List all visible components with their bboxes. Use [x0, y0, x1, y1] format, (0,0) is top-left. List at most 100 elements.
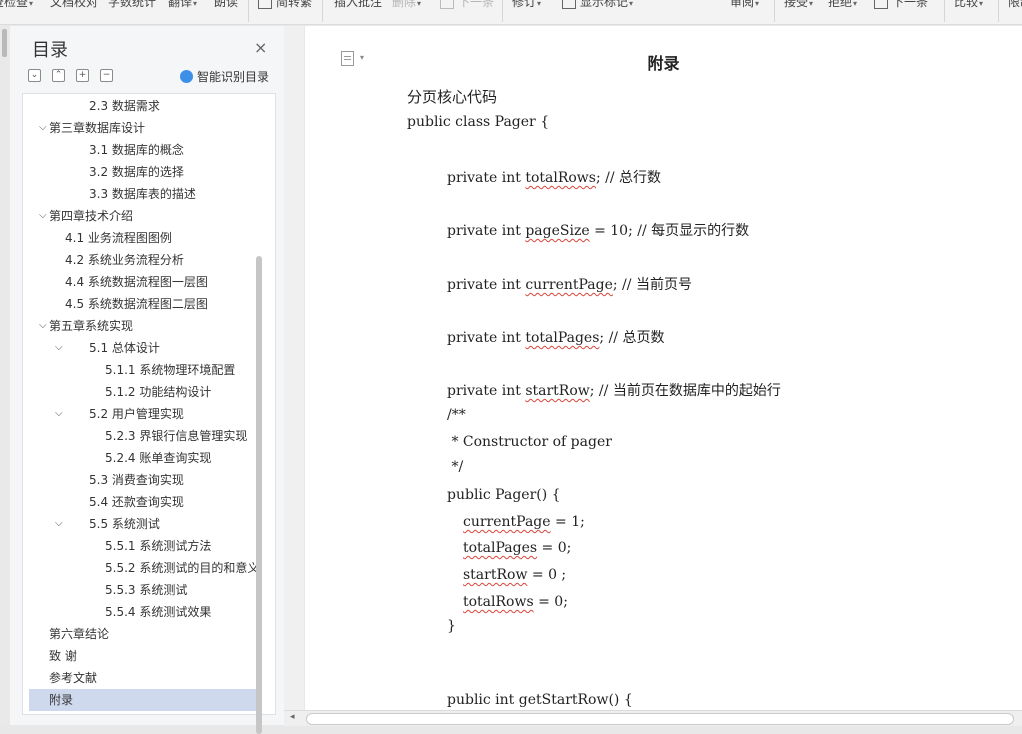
toolbar-label: 比较: [954, 0, 979, 9]
toc-item-label: 5.1.2 功能结构设计: [105, 385, 212, 399]
toc-item[interactable]: 5.5.4 系统测试效果: [29, 601, 259, 623]
toc-item[interactable]: 4.5 系统数据流程图二层图: [29, 293, 259, 315]
misspelled-word: startRow: [525, 383, 590, 399]
code-text: = 0;: [537, 540, 572, 556]
toc-item[interactable]: 5.5.1 系统测试方法: [29, 535, 259, 557]
toc-item[interactable]: 5.5.3 系统测试: [29, 579, 259, 601]
toc-item[interactable]: 致 谢: [29, 645, 259, 667]
remove-heading-icon[interactable]: −: [100, 69, 113, 82]
toc-item-label: 4.1 业务流程图图例: [65, 231, 172, 245]
chevron-down-icon[interactable]: ⌵: [55, 403, 67, 425]
add-heading-icon[interactable]: +: [76, 69, 89, 82]
delete-comment-button[interactable]: 删除▾: [392, 0, 421, 11]
toolbar-label: 删除: [392, 0, 417, 9]
word-count-button[interactable]: 字数统计: [108, 0, 156, 11]
toc-item[interactable]: ⌵ 第三章数据库设计: [29, 117, 259, 139]
track-changes-button[interactable]: 修订▾: [512, 0, 541, 11]
scroll-left-icon[interactable]: ◂: [290, 712, 295, 722]
misspelled-word: currentPage: [525, 277, 613, 293]
doc-proofread-button[interactable]: 文档校对: [50, 0, 98, 11]
toc-item[interactable]: 4.1 业务流程图图例: [29, 227, 259, 249]
code-line: * Constructor of pager: [447, 434, 612, 450]
markup-icon: [562, 0, 576, 9]
toc-item-label: 致 谢: [49, 649, 77, 663]
review-button[interactable]: 审阅▾: [730, 0, 759, 11]
toolbar-label: 限制: [1008, 0, 1022, 9]
compare-button[interactable]: 比较▾: [954, 0, 983, 11]
code-text: private int: [447, 330, 526, 346]
toc-item[interactable]: 4.2 系统业务流程分析: [29, 249, 259, 271]
toc-item[interactable]: ⌵ 第四章技术介绍: [29, 205, 259, 227]
code-text: = 10; // 每页显示的行数: [589, 223, 750, 239]
toc-item[interactable]: 3.2 数据库的选择: [29, 161, 259, 183]
toc-item[interactable]: 2.3 数据需求: [29, 95, 259, 117]
toc-item[interactable]: ⌵ 5.1 总体设计: [29, 337, 259, 359]
toc-item[interactable]: 5.5.2 系统测试的目的和意义: [29, 557, 259, 579]
toolbar-divider: [248, 0, 249, 22]
toc-scrollbar[interactable]: [256, 256, 262, 734]
chevron-down-icon[interactable]: ⌵: [55, 513, 67, 535]
smart-toc-button[interactable]: 智能识别目录: [180, 68, 269, 85]
toc-item-label: 5.5.1 系统测试方法: [105, 539, 212, 553]
toc-item[interactable]: ⌵ 5.5 系统测试: [29, 513, 259, 535]
next-icon: [874, 0, 888, 9]
toc-item[interactable]: 5.4 还款查询实现: [29, 491, 259, 513]
toc-item-label: 5.2 用户管理实现: [89, 407, 184, 421]
scrollbar-thumb[interactable]: [306, 713, 1014, 725]
toc-item[interactable]: ⌵ 5.2 用户管理实现: [29, 403, 259, 425]
caret-icon: ▾: [29, 0, 34, 8]
doc-heading: 分页核心代码: [407, 88, 498, 106]
misspelled-word: totalPages: [463, 540, 538, 556]
code-line: startRow = 0 ;: [463, 567, 566, 583]
restrict-button[interactable]: 限制: [1008, 0, 1022, 11]
toc-item[interactable]: 5.2.3 界银行信息管理实现: [29, 425, 259, 447]
next-comment-button[interactable]: 下一条: [440, 0, 494, 11]
code-text: ; // 总页数: [599, 330, 665, 346]
toc-item[interactable]: 3.3 数据库表的描述: [29, 183, 259, 205]
code-line: currentPage = 1;: [463, 514, 585, 530]
spell-check-button[interactable]: 查检查▾: [0, 0, 33, 11]
toc-item[interactable]: 5.3 消费查询实现: [29, 469, 259, 491]
toc-item[interactable]: 5.1.1 系统物理环境配置: [29, 359, 259, 381]
code-line: totalRows = 0;: [463, 594, 568, 610]
toc-item-label: 第三章数据库设计: [49, 121, 146, 135]
show-markup-button[interactable]: 显示标记▾: [562, 0, 633, 11]
collapse-all-icon[interactable]: ⌃: [52, 69, 65, 82]
toc-item[interactable]: 3.1 数据库的概念: [29, 139, 259, 161]
vertical-ruler-track: [284, 26, 304, 710]
convert-icon: [258, 0, 272, 9]
toc-item[interactable]: 附录: [29, 689, 259, 711]
reject-button[interactable]: 拒绝▾: [828, 0, 857, 11]
code-line: totalPages = 0;: [463, 540, 571, 556]
close-icon[interactable]: ×: [254, 38, 267, 57]
toolbar-label: 显示标记: [580, 0, 629, 9]
translate-button[interactable]: 翻译▾: [168, 0, 197, 11]
expand-all-icon[interactable]: ⌄: [28, 69, 41, 82]
toc-item[interactable]: ⌵ 第五章系统实现: [29, 315, 259, 337]
toc-item[interactable]: 参考文献: [29, 667, 259, 689]
insert-comment-button[interactable]: 插入批注: [334, 0, 382, 11]
nav-resize-handle[interactable]: [2, 29, 7, 57]
caret-icon: ▾: [853, 0, 858, 8]
toc-item-label: 2.3 数据需求: [89, 99, 160, 113]
next-change-button[interactable]: 下一条: [874, 0, 928, 11]
toc-item[interactable]: 5.2.4 账单查询实现: [29, 447, 259, 469]
code-line: }: [447, 618, 456, 634]
simplified-to-traditional-button[interactable]: 简转繁: [258, 0, 312, 11]
read-aloud-button[interactable]: 朗读: [214, 0, 238, 11]
document-page[interactable]: ▾ 附录 分页核心代码 public class Pager {private …: [305, 26, 1022, 710]
toc-item[interactable]: 4.4 系统数据流程图一层图: [29, 271, 259, 293]
code-text: * Constructor of pager: [447, 434, 612, 450]
toc-item-label: 第五章系统实现: [49, 319, 134, 333]
horizontal-scrollbar[interactable]: ◂: [284, 710, 1022, 726]
chevron-down-icon[interactable]: ⌵: [55, 337, 67, 359]
toc-item[interactable]: 5.1.2 功能结构设计: [29, 381, 259, 403]
toc-item-label: 3.3 数据库表的描述: [89, 187, 196, 201]
toolbar-label: 审阅: [730, 0, 755, 9]
accept-button[interactable]: 接受▾: [784, 0, 813, 11]
toolbar-label: 拒绝: [828, 0, 853, 9]
code-line: */: [447, 459, 463, 475]
caret-icon: ▾: [417, 0, 422, 8]
toc-item-label: 5.4 还款查询实现: [89, 495, 184, 509]
toc-item[interactable]: 第六章结论: [29, 623, 259, 645]
